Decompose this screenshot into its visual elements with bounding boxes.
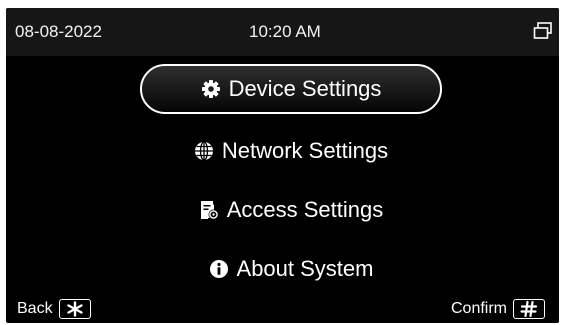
menu-item-network-settings[interactable]: Network Settings xyxy=(140,126,442,176)
status-bar: 08-08-2022 10:20 AM xyxy=(6,8,559,56)
window-switch-icon[interactable] xyxy=(532,20,554,42)
status-date: 08-08-2022 xyxy=(15,22,102,41)
menu-item-access-settings[interactable]: Access Settings xyxy=(140,185,442,235)
back-label: Back xyxy=(17,300,53,317)
confirm-button[interactable]: Confirm xyxy=(451,299,545,319)
star-key-icon xyxy=(58,299,91,319)
hash-key-icon xyxy=(513,299,545,319)
status-time: 10:20 AM xyxy=(249,22,321,41)
access-card-icon xyxy=(200,201,219,220)
menu-item-device-settings[interactable]: Device Settings xyxy=(140,64,442,114)
confirm-label: Confirm xyxy=(450,300,507,317)
menu-item-label: Device Settings xyxy=(228,76,382,101)
info-icon xyxy=(209,260,228,278)
menu-item-label: Network Settings xyxy=(221,138,389,163)
gear-icon xyxy=(201,80,220,98)
menu-item-about-system[interactable]: About System xyxy=(140,244,442,294)
menu-item-label: Access Settings xyxy=(226,197,384,222)
device-screen: 08-08-2022 10:20 AM Device Settings Netw… xyxy=(6,8,559,323)
back-button[interactable]: Back xyxy=(17,299,91,319)
globe-icon xyxy=(194,141,213,161)
menu-item-label: About System xyxy=(236,256,374,281)
